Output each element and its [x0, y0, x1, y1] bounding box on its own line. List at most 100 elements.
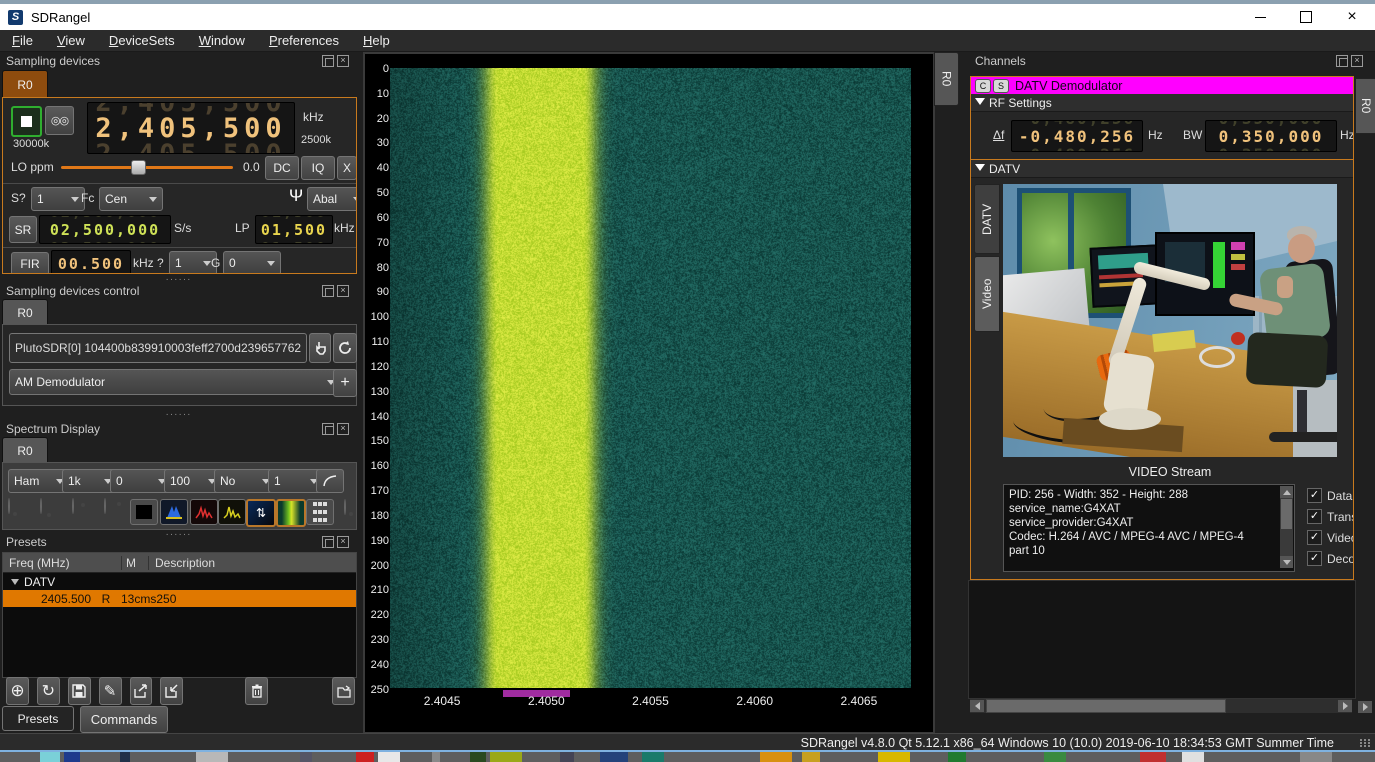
taskbar-sliver[interactable] — [0, 752, 1375, 762]
black-display-button[interactable] — [130, 499, 158, 525]
taskbar-icon[interactable] — [470, 752, 486, 762]
load-preset-button[interactable] — [332, 677, 355, 705]
tab-r0-sampling[interactable]: R0 — [2, 70, 48, 98]
taskbar-icon[interactable] — [1300, 752, 1332, 762]
resize-grip[interactable] — [1360, 739, 1371, 747]
demodulator-dropdown[interactable]: AM Demodulator — [9, 369, 341, 395]
channel-color-button[interactable]: C — [975, 79, 991, 93]
tab-video[interactable]: Video — [974, 256, 1000, 332]
new-preset-button[interactable]: ⊕ — [6, 677, 29, 705]
taskbar-icon[interactable] — [490, 752, 522, 762]
menu-devicesets[interactable]: DeviceSets — [97, 31, 187, 50]
gain-dropdown[interactable]: 0 — [223, 251, 281, 274]
device-selector-field[interactable]: PlutoSDR[0] 104400b839910003feff2700d239… — [9, 333, 307, 363]
waterfall-view-button[interactable] — [276, 499, 306, 527]
export-preset-button[interactable] — [130, 677, 153, 705]
add-channel-button[interactable]: + — [333, 369, 357, 397]
taskbar-icon[interactable] — [432, 752, 440, 762]
float-dock-icon[interactable] — [322, 536, 334, 548]
col-mode[interactable]: M — [122, 556, 149, 570]
max-hold-button[interactable] — [218, 499, 246, 525]
waterfall-speed-knob[interactable] — [72, 498, 74, 514]
delete-preset-button[interactable] — [245, 677, 268, 705]
decimation-dropdown[interactable]: 1 — [31, 187, 85, 211]
taskbar-icon[interactable] — [948, 752, 966, 762]
info-scrollbar-thumb[interactable] — [1281, 499, 1292, 529]
minimize-button[interactable] — [1237, 4, 1283, 30]
antenna-dropdown[interactable]: Abal — [307, 187, 357, 211]
taskbar-icon[interactable] — [64, 752, 80, 762]
taskbar-icon[interactable] — [120, 752, 130, 762]
taskbar-icon[interactable] — [300, 752, 312, 762]
tab-datv[interactable]: DATV — [974, 184, 1000, 254]
taskbar-icon[interactable] — [760, 752, 792, 762]
menu-file[interactable]: File — [0, 31, 45, 50]
info-scrollbar[interactable] — [1280, 486, 1293, 568]
change-device-button[interactable] — [309, 333, 331, 363]
checkbox-data[interactable] — [1307, 488, 1322, 503]
edit-preset-button[interactable]: ✎ — [99, 677, 122, 705]
menu-window[interactable]: Window — [187, 31, 257, 50]
channel-title-bar[interactable]: C S DATV Demodulator — [971, 77, 1353, 94]
sample-rate-dial[interactable]: 02,500,000 — [39, 215, 171, 244]
tab-presets[interactable]: Presets — [2, 706, 74, 731]
preset-group-row[interactable]: DATV — [3, 573, 356, 590]
taskbar-icon[interactable] — [560, 752, 574, 762]
taskbar-icon[interactable] — [378, 752, 400, 762]
fc-position-dropdown[interactable]: Cen — [99, 187, 163, 211]
record-button[interactable]: ◎◎ — [45, 106, 74, 135]
tab-r0-channels[interactable]: R0 — [1355, 78, 1375, 134]
maximize-button[interactable] — [1283, 4, 1329, 30]
rf-settings-header[interactable]: RF Settings — [971, 94, 1353, 112]
start-stop-button[interactable] — [11, 106, 42, 137]
taskbar-icon[interactable] — [802, 752, 820, 762]
taskbar-icon[interactable] — [356, 752, 374, 762]
taskbar-icon[interactable] — [40, 752, 60, 762]
histogram-button[interactable] — [190, 499, 218, 525]
menu-view[interactable]: View — [45, 31, 97, 50]
checkbox-transport[interactable] — [1307, 509, 1322, 524]
lo-ppm-slider-track[interactable] — [61, 166, 233, 169]
bw-dial[interactable]: 0,350,000 — [1205, 120, 1337, 152]
fir-taps-dropdown[interactable]: 1 — [169, 251, 217, 274]
spectrum-view-button[interactable] — [160, 499, 188, 525]
fir-bw-dial[interactable]: 00.500 — [51, 250, 131, 274]
tab-commands[interactable]: Commands — [80, 706, 168, 733]
taskbar-icon[interactable] — [878, 752, 910, 762]
menu-help[interactable]: Help — [351, 31, 402, 50]
close-dock-icon[interactable]: × — [337, 423, 349, 435]
taskbar-icon[interactable] — [1182, 752, 1204, 762]
tabbar-scroll-right[interactable] — [1358, 701, 1372, 713]
save-preset-button[interactable] — [68, 677, 91, 705]
overlap-dropdown[interactable]: 0 — [110, 469, 172, 493]
grid-button[interactable] — [306, 499, 334, 525]
checkbox-video[interactable] — [1307, 530, 1322, 545]
taskbar-icon[interactable] — [1140, 752, 1166, 762]
splitter-handle[interactable]: ······ — [2, 409, 355, 420]
ref-level-knob[interactable] — [8, 498, 10, 514]
waterfall-display[interactable] — [390, 68, 911, 688]
float-dock-icon[interactable] — [322, 285, 334, 297]
col-freq[interactable]: Freq (MHz) — [3, 556, 122, 570]
gain-knob[interactable] — [344, 499, 346, 515]
tab-r0-spectrum[interactable]: R0 — [2, 437, 48, 463]
dc-button[interactable]: DC — [265, 156, 299, 180]
channel-settings-button[interactable]: S — [993, 79, 1009, 93]
sr-button[interactable]: SR — [9, 216, 37, 243]
tab-r0-control[interactable]: R0 — [2, 299, 48, 325]
close-dock-icon[interactable]: × — [337, 285, 349, 297]
taskbar-icon[interactable] — [196, 752, 228, 762]
waterfall-invert-button[interactable]: ⇅ — [246, 499, 276, 527]
lp-dial[interactable]: 01,500 — [255, 215, 333, 244]
channels-hscrollbar[interactable] — [970, 699, 1352, 713]
update-preset-button[interactable]: ↻ — [37, 677, 60, 705]
preset-row-selected[interactable]: 2405.500 R 13cms250 — [3, 590, 356, 607]
menu-preferences[interactable]: Preferences — [257, 31, 351, 50]
range-knob[interactable] — [40, 498, 42, 514]
offset-knob[interactable] — [104, 498, 106, 514]
taskbar-icon[interactable] — [1044, 752, 1066, 762]
frequency-dial[interactable]: 2,405,500 — [87, 102, 295, 154]
taskbar-icon[interactable] — [642, 752, 664, 762]
close-dock-icon[interactable]: × — [1351, 55, 1363, 67]
reload-device-button[interactable] — [333, 333, 357, 363]
